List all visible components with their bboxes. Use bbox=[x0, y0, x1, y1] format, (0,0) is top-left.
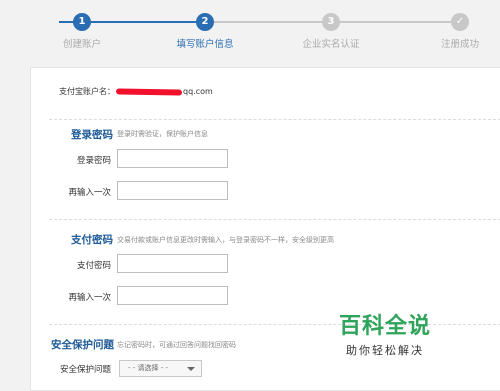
section-divider bbox=[49, 324, 500, 325]
payment-password-confirm-input[interactable] bbox=[117, 286, 228, 305]
step-3-marker: 3 bbox=[322, 13, 340, 31]
step-1-marker: 1 bbox=[73, 13, 91, 31]
login-password-description: 登录时需验证，保护账户信息 bbox=[117, 130, 208, 138]
step-1-label: 创建账户 bbox=[62, 39, 102, 50]
account-name-label: 支付宝账户名： bbox=[59, 87, 115, 96]
payment-password-description: 交易付款或账户信息更改时需输入，与登录密码不一样，安全级别更高 bbox=[117, 236, 334, 244]
registration-progress-steps: 1 2 3 ✓ 创建账户 填写账户信息 企业实名认证 注册成功 bbox=[0, 0, 500, 62]
watermark-subtitle: 助你轻松解决 bbox=[346, 344, 424, 357]
payment-password-confirm-label: 再输入一次 bbox=[68, 293, 111, 303]
security-question-description: 忘记密码时，可通过回答问题找回密码 bbox=[117, 341, 236, 349]
redaction-mark bbox=[115, 87, 183, 96]
payment-password-label: 支付密码 bbox=[76, 261, 111, 271]
login-password-confirm-label: 再输入一次 bbox=[68, 188, 111, 198]
security-question-title: 安全保护问题 bbox=[51, 339, 114, 351]
account-name-row: 支付宝账户名： qq.com bbox=[59, 86, 213, 97]
payment-password-input[interactable] bbox=[117, 254, 228, 273]
security-question-label: 安全保护问题 bbox=[59, 365, 111, 375]
step-4-label: 注册成功 bbox=[440, 39, 480, 50]
account-name-value: qq.com bbox=[183, 87, 213, 96]
security-question-selected-value: - - 请选择 - - bbox=[128, 364, 169, 372]
security-question-select[interactable]: - - 请选择 - - bbox=[119, 360, 202, 377]
payment-password-title: 支付密码 bbox=[71, 234, 113, 246]
watermark: 百科全说 助你轻松解决 bbox=[339, 314, 431, 358]
step-2-marker: 2 bbox=[196, 13, 214, 31]
login-password-input[interactable] bbox=[117, 149, 228, 168]
step-3-label: 企业实名认证 bbox=[302, 39, 360, 50]
login-password-label: 登录密码 bbox=[76, 156, 111, 166]
watermark-title: 百科全说 bbox=[339, 314, 432, 339]
login-password-confirm-input[interactable] bbox=[117, 181, 228, 200]
chevron-down-icon bbox=[187, 367, 195, 371]
section-divider bbox=[49, 119, 500, 120]
step-4-check-icon: ✓ bbox=[451, 13, 469, 31]
login-password-title: 登录密码 bbox=[71, 129, 113, 141]
section-divider bbox=[49, 219, 500, 220]
step-2-label: 填写账户信息 bbox=[176, 39, 234, 50]
